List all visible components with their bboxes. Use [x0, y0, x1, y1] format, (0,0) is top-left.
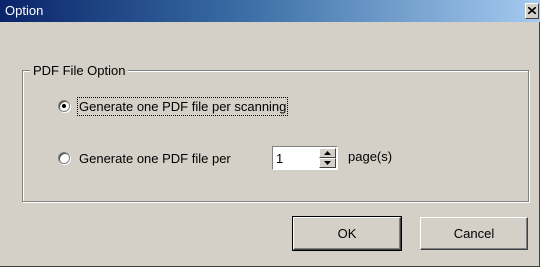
- option-dialog: Option PDF File Option Generate one PDF …: [0, 0, 540, 267]
- radio-per-pages-button[interactable]: [58, 152, 70, 164]
- spin-down-button[interactable]: [319, 158, 336, 168]
- radio-per-scanning[interactable]: Generate one PDF file per scanning: [58, 96, 289, 116]
- spin-up-button[interactable]: [319, 148, 336, 158]
- arrow-down-icon: [324, 161, 331, 165]
- arrow-up-icon: [324, 151, 331, 155]
- radio-per-pages[interactable]: Generate one PDF file per: [58, 148, 231, 168]
- close-button[interactable]: [525, 3, 539, 19]
- close-icon: [528, 7, 536, 14]
- cancel-button[interactable]: Cancel: [420, 217, 528, 250]
- pages-input[interactable]: [276, 149, 314, 167]
- radio-per-scanning-button[interactable]: [58, 100, 70, 112]
- pages-spinbox[interactable]: [272, 146, 338, 170]
- radio-per-pages-label[interactable]: Generate one PDF file per: [79, 151, 231, 166]
- window-title: Option: [5, 3, 44, 18]
- ok-button[interactable]: OK: [292, 216, 402, 251]
- pages-suffix-label: page(s): [348, 149, 393, 164]
- title-bar[interactable]: Option: [0, 0, 540, 22]
- pdf-file-option-group: [22, 70, 529, 202]
- radio-per-scanning-label[interactable]: Generate one PDF file per scanning: [76, 96, 289, 116]
- group-label: PDF File Option: [30, 63, 129, 78]
